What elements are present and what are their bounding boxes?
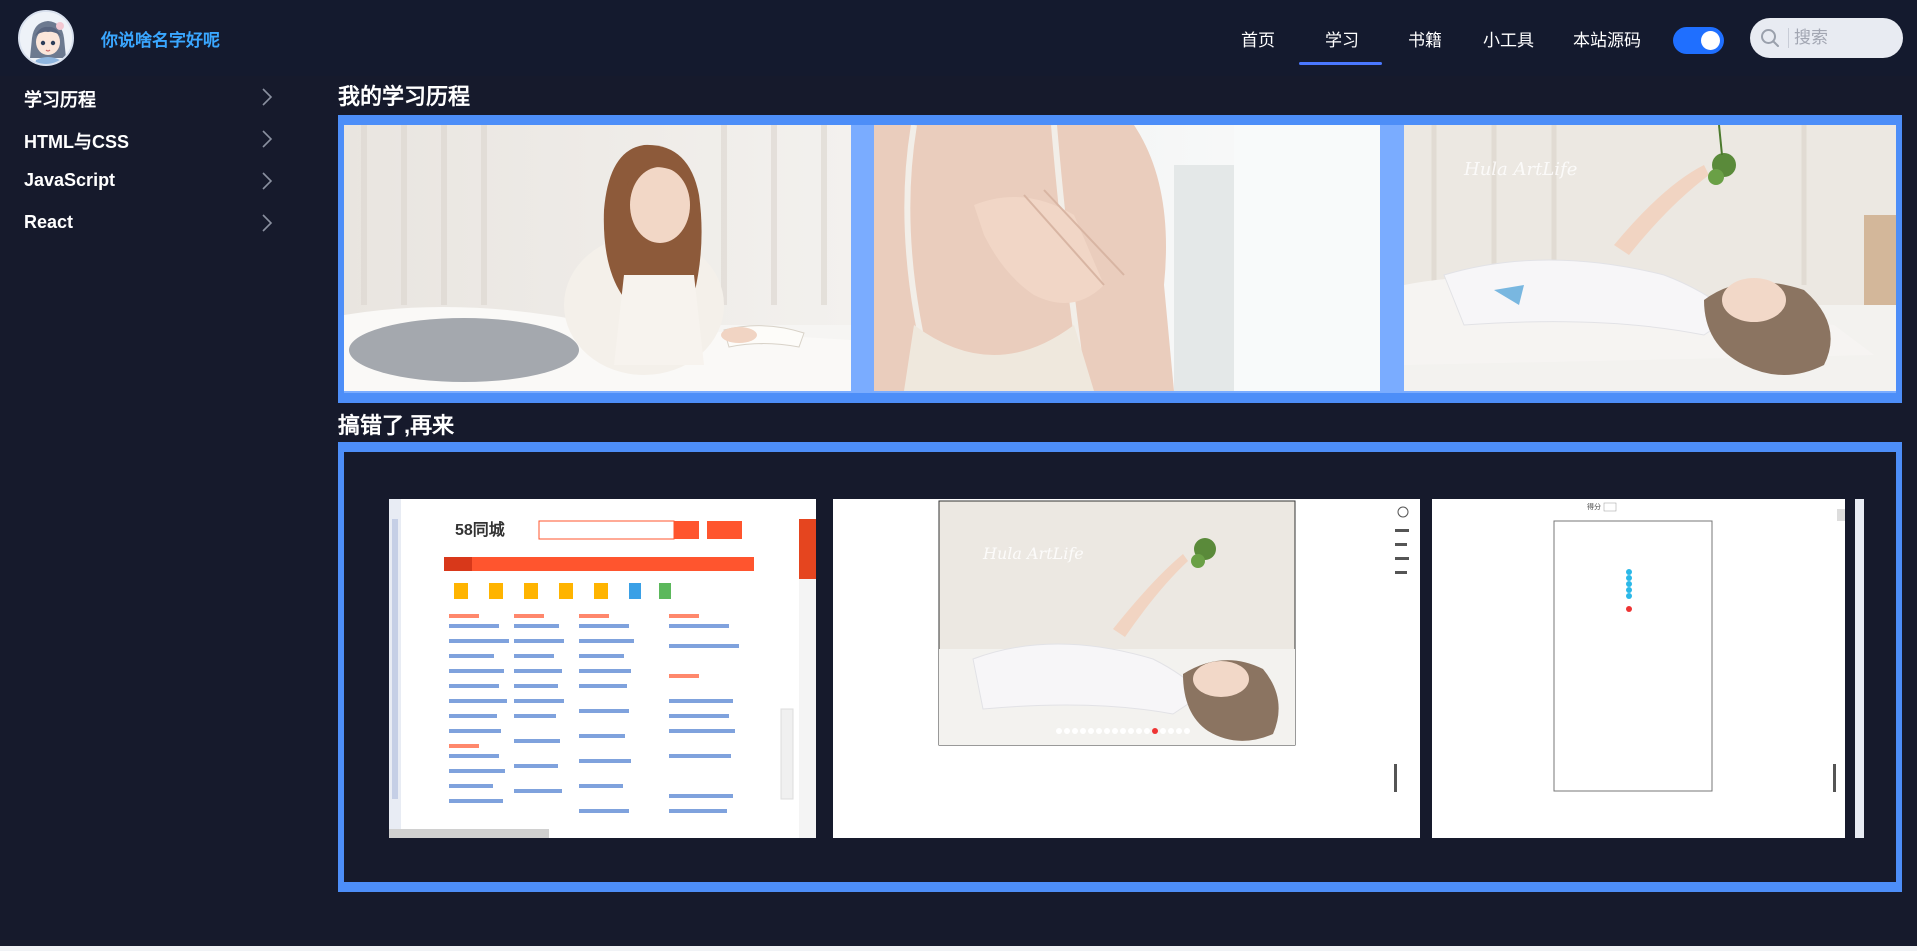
screenshot-snake-image: 得分 xyxy=(1432,499,1845,838)
screenshot-58-image: 58同城 xyxy=(389,499,816,838)
site-name[interactable]: 你说啥名字好呢 xyxy=(101,26,220,51)
avatar[interactable] xyxy=(18,10,74,66)
chevron-right-icon[interactable] xyxy=(260,87,274,107)
photo-gallery-panel: Hula ArtLife xyxy=(338,115,1902,403)
project-screenshots-panel: 58同城 Hula ArtLife 得分 xyxy=(338,442,1902,892)
anime-girl-avatar-icon xyxy=(20,12,72,64)
svg-text:Hula ArtLife: Hula ArtLife xyxy=(1463,159,1577,180)
photo-lying-girl-image: Hula ArtLife xyxy=(1404,125,1896,391)
chevron-right-icon[interactable] xyxy=(260,129,274,149)
photo-lying-girl-with-flower[interactable]: Hula ArtLife xyxy=(1404,125,1896,391)
nav-tools[interactable]: 小工具 xyxy=(1483,26,1534,51)
shot3-score-label: 得分 xyxy=(1587,502,1601,511)
sidebar-item-learning-journey[interactable]: 学习历程 xyxy=(24,86,96,112)
toggle-knob xyxy=(1701,31,1720,50)
bottom-edge xyxy=(0,946,1917,951)
search-icon[interactable] xyxy=(1760,28,1780,48)
nav-source-code[interactable]: 本站源码 xyxy=(1573,26,1641,51)
sidebar-item-react[interactable]: React xyxy=(24,212,73,233)
search-input[interactable] xyxy=(1794,26,1894,50)
photo-hand-closeup-image xyxy=(874,125,1380,391)
photo-reading-girl-image xyxy=(344,125,851,391)
screenshot-snake-game[interactable]: 得分 xyxy=(1432,499,1845,838)
photo-reading-girl[interactable] xyxy=(344,125,851,391)
screenshot-image-carousel[interactable]: Hula ArtLife xyxy=(833,499,1420,838)
shot1-logo: 58同城 xyxy=(455,521,505,539)
screenshot-58-tongcheng[interactable]: 58同城 xyxy=(389,499,816,838)
search-divider xyxy=(1788,28,1789,48)
section-title-retry: 搞错了,再来 xyxy=(338,413,455,438)
nav-home[interactable]: 首页 xyxy=(1241,26,1275,51)
chevron-right-icon[interactable] xyxy=(260,171,274,191)
screenshot-carousel-image: Hula ArtLife xyxy=(833,499,1420,838)
svg-text:Hula ArtLife: Hula ArtLife xyxy=(982,544,1084,563)
chevron-right-icon[interactable] xyxy=(260,213,274,233)
nav-active-indicator xyxy=(1299,62,1382,65)
section-title-learning: 我的学习历程 xyxy=(338,84,471,109)
search-box xyxy=(1750,18,1903,58)
sidebar-item-javascript[interactable]: JavaScript xyxy=(24,170,115,191)
theme-toggle[interactable] xyxy=(1673,27,1724,54)
nav-study[interactable]: 学习 xyxy=(1325,26,1359,51)
screenshot-edge-partial xyxy=(1855,499,1864,838)
top-navbar: 你说啥名字好呢 首页 学习 书籍 小工具 本站源码 xyxy=(0,0,1917,76)
photo-hand-closeup[interactable] xyxy=(874,125,1380,391)
nav-books[interactable]: 书籍 xyxy=(1408,26,1442,51)
sidebar-item-html-css[interactable]: HTML与CSS xyxy=(24,128,129,154)
